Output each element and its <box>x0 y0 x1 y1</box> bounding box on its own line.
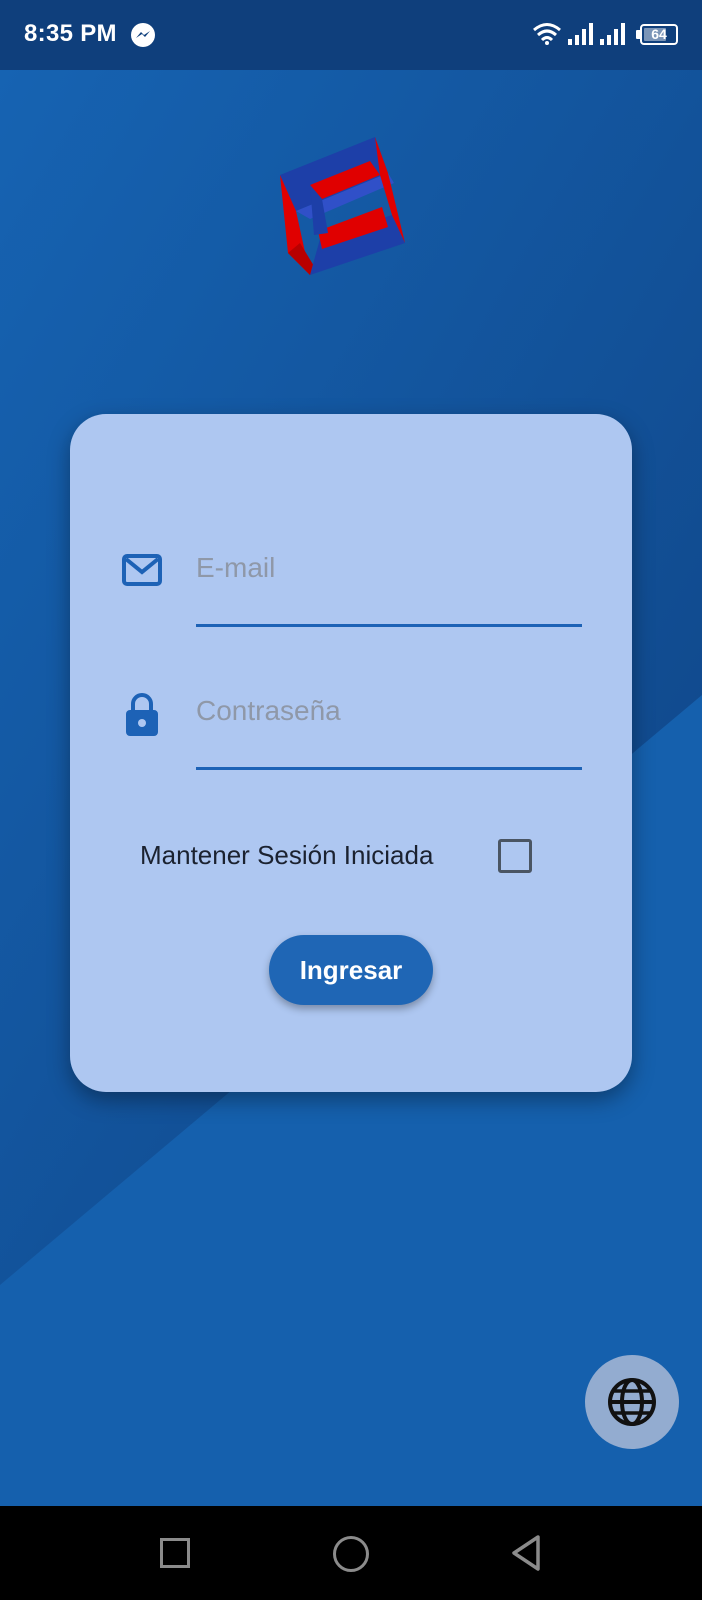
language-button[interactable] <box>585 1355 679 1449</box>
globe-icon <box>608 1378 656 1426</box>
remember-session-label: Mantener Sesión Iniciada <box>140 840 434 870</box>
app-logo-icon <box>280 137 405 275</box>
password-underline <box>196 767 582 770</box>
status-time: 8:35 PM <box>24 20 117 47</box>
back-icon[interactable] <box>510 1534 542 1572</box>
recents-icon[interactable] <box>160 1538 190 1568</box>
messenger-icon <box>131 23 155 47</box>
login-card: Mantener Sesión Iniciada Ingresar <box>70 414 632 1092</box>
lock-icon <box>126 693 158 736</box>
battery-icon: 64 <box>636 24 678 45</box>
signal-icon <box>568 23 593 45</box>
password-input[interactable] <box>196 687 582 735</box>
mail-icon <box>122 554 162 586</box>
status-bar: 8:35 PM 64 <box>0 0 702 70</box>
signal-icon <box>600 23 625 45</box>
battery-level: 64 <box>651 26 667 42</box>
email-input[interactable] <box>196 544 582 592</box>
remember-session-checkbox[interactable] <box>498 839 532 873</box>
home-icon[interactable] <box>333 1536 369 1572</box>
login-button[interactable]: Ingresar <box>269 935 433 1005</box>
navigation-bar <box>0 1506 702 1600</box>
wifi-icon <box>533 23 561 45</box>
email-underline <box>196 624 582 627</box>
